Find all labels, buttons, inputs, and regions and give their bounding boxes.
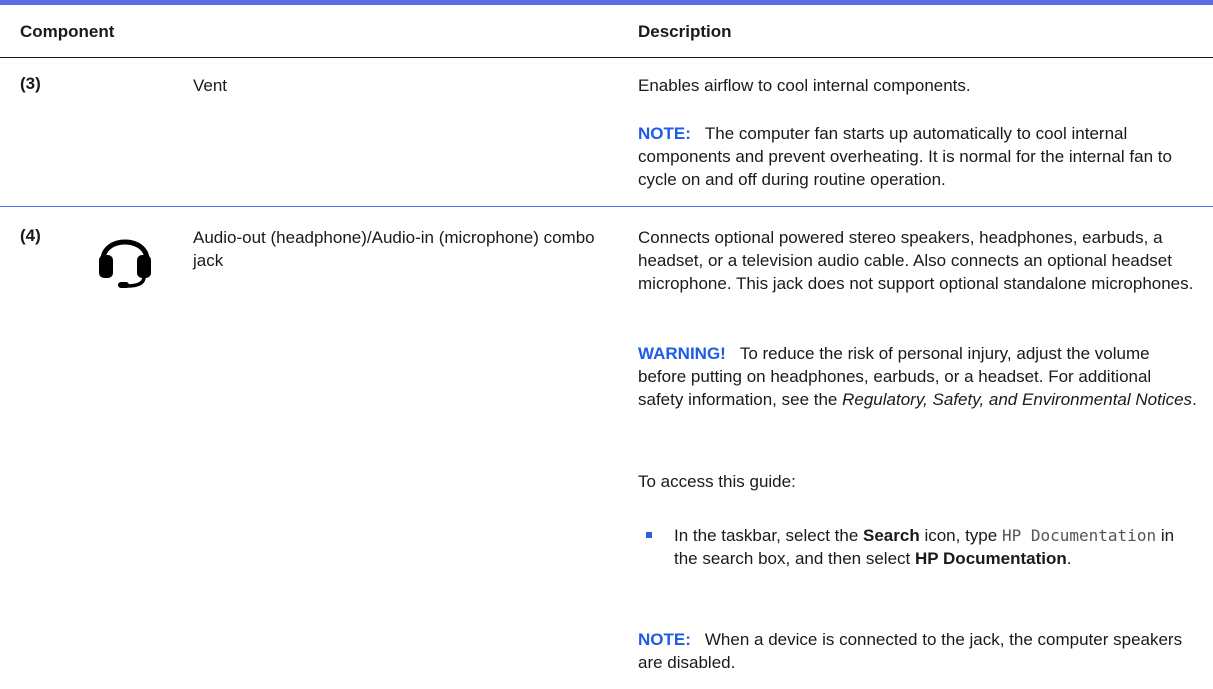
row-3-component: Vent [193,76,228,95]
row-3-note: NOTE: The computer fan starts up automati… [638,122,1198,191]
row-3-number: (3) [20,74,41,93]
note-label: NOTE: [638,124,691,143]
row-4-bullet-item: In the taskbar, select the Search icon, … [674,524,1198,570]
bullet-part2: icon, type [924,526,998,545]
note-text: The computer fan starts up automatically… [638,124,1172,189]
warning-italic-title: Regulatory, Safety, and Environmental No… [842,390,1193,409]
top-rule [0,0,1213,5]
bullet-code: HP Documentation [1001,526,1157,545]
header-rule [0,57,1213,58]
note-label-2: NOTE: [638,630,691,649]
row-4-note: NOTE: When a device is connected to the j… [638,628,1198,674]
header-description: Description [638,22,732,41]
row-4-component: Audio-out (headphone)/Audio-in (micropho… [193,228,595,270]
document-page: Component Description (3) Vent Enables a… [0,0,1213,689]
bullet-part1: In the taskbar, select the [674,526,859,545]
row-4-description: Connects optional powered stereo speaker… [638,228,1194,293]
row-4-access-text: To access this guide: [638,472,796,491]
bullet-square-icon [646,532,652,538]
bullet-end: . [1066,549,1072,568]
row-4-warning: WARNING! To reduce the risk of personal i… [638,342,1198,411]
note-text-2: When a device is connected to the jack, … [638,630,1183,672]
headset-icon [99,239,151,288]
row-3-description: Enables airflow to cool internal compone… [638,76,971,95]
bullet-search: Search [863,526,920,545]
warning-end: . [1192,390,1197,409]
row-divider [0,206,1213,207]
warning-label: WARNING! [638,344,726,363]
row-4-number: (4) [20,226,41,245]
bullet-hp-documentation: HP Documentation [915,549,1067,568]
header-component: Component [20,22,115,41]
